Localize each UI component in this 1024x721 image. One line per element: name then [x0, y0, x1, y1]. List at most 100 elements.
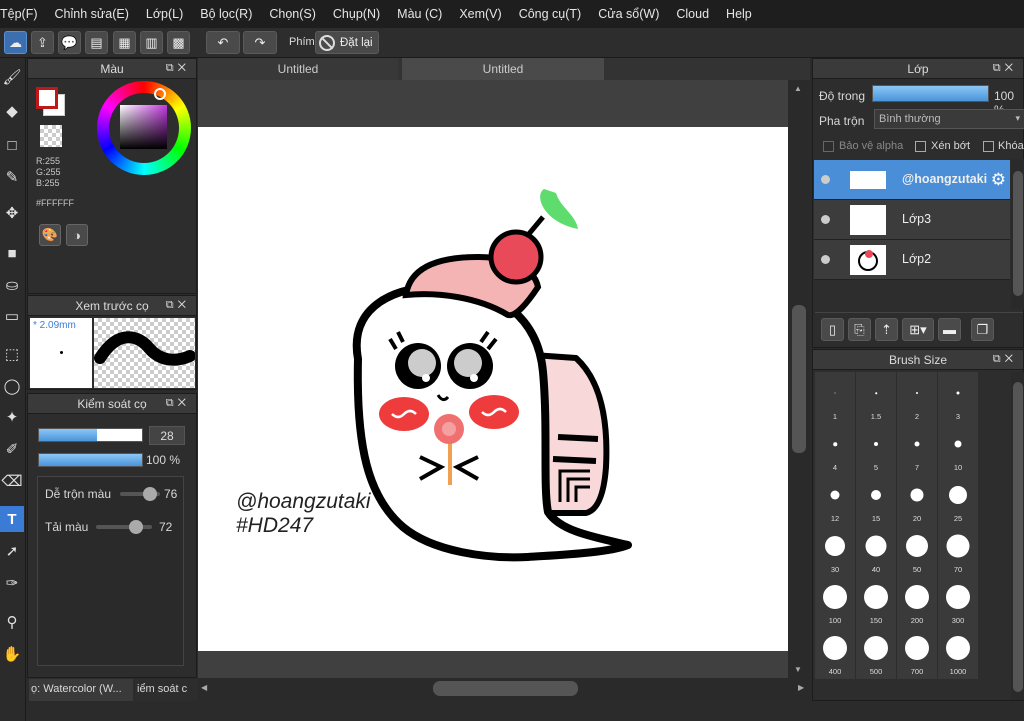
brush-size-cell[interactable]: 7 — [897, 423, 937, 475]
menu-item[interactable]: Màu (C) — [397, 7, 442, 21]
brush-size-cell[interactable]: 150 — [856, 576, 896, 628]
brush-size-cell[interactable]: 70 — [938, 525, 978, 577]
add-layer-menu-icon[interactable]: ⊞▾ — [902, 318, 934, 341]
select-rect-tool-icon[interactable]: ⬚ — [0, 341, 24, 367]
brush-size-cell[interactable]: 1.5 — [856, 372, 896, 424]
protect-alpha-checkbox[interactable] — [823, 141, 834, 152]
reset-button[interactable]: Đặt lại — [315, 31, 379, 54]
lasso-tool-icon[interactable]: ◯ — [0, 373, 24, 399]
layer-opacity-slider[interactable] — [872, 85, 989, 102]
lock-checkbox[interactable] — [983, 141, 994, 152]
drawing-canvas[interactable]: @hoangzutaki #HD247 — [198, 127, 788, 651]
brush-mode-icon[interactable]: ☁ — [4, 31, 27, 54]
tab-untitled-1[interactable]: Untitled — [198, 58, 398, 80]
menu-item[interactable]: Tệp(F) — [0, 7, 38, 21]
tab-brush-control[interactable]: iểm soát c — [135, 679, 197, 701]
panel-buttons-icon[interactable]: ⧉✕ — [993, 62, 1017, 75]
brush-size-scrollbar[interactable] — [1011, 372, 1024, 700]
brush-size-cell[interactable]: 2 — [897, 372, 937, 424]
menu-item[interactable]: Cloud — [676, 7, 709, 21]
brush-size-cell[interactable]: 20 — [897, 474, 937, 526]
fill-rect-tool-icon[interactable]: ■ — [0, 240, 24, 266]
gradient-tool-icon[interactable]: ▭ — [0, 303, 24, 329]
bucket-tool-icon[interactable]: ⛀ — [0, 272, 24, 298]
brush-size-value[interactable]: 28 — [149, 426, 185, 445]
layer-scrollbar[interactable] — [1011, 159, 1024, 309]
brush-size-cell[interactable]: 30 — [815, 525, 855, 577]
move-tool-icon[interactable]: ✥ — [0, 200, 24, 226]
brush-opacity-slider[interactable] — [38, 453, 143, 467]
tiles-icon[interactable]: ▩ — [167, 31, 190, 54]
color-set-icon[interactable]: ◑ — [66, 224, 88, 246]
tab-brush-name[interactable]: ọ: Watercolor (W... — [29, 679, 133, 701]
tab-untitled-2[interactable]: Untitled — [402, 58, 604, 80]
import-layer-icon[interactable]: ⇡ — [875, 318, 898, 341]
menu-item[interactable]: Công cụ(T) — [519, 7, 582, 21]
eyedropper-tool-icon[interactable]: ✑ — [0, 570, 24, 596]
brush-size-cell[interactable]: 25 — [938, 474, 978, 526]
brush-size-cell[interactable]: 1 — [815, 372, 855, 424]
eraser-tool-icon[interactable]: ◆ — [0, 98, 24, 124]
brush-size-cell[interactable]: 40 — [856, 525, 896, 577]
brush-size-cell[interactable]: 15 — [856, 474, 896, 526]
vertical-scroll-thumb[interactable] — [792, 305, 806, 453]
panel-buttons-icon[interactable]: ⧉✕ — [993, 353, 1017, 366]
duplicate-layer-icon[interactable]: ❐ — [971, 318, 994, 341]
menu-item[interactable]: Bộ lọc(R) — [200, 7, 252, 21]
brush-size-cell[interactable]: 3 — [938, 372, 978, 424]
brush-size-cell[interactable]: 700 — [897, 627, 937, 679]
hue-handle[interactable] — [154, 88, 166, 100]
folder-icon[interactable]: ▬ — [938, 318, 961, 341]
menu-item[interactable]: Chọn(S) — [269, 7, 316, 21]
grid-icon[interactable]: ▥ — [140, 31, 163, 54]
horizontal-scroll-thumb[interactable] — [433, 681, 578, 696]
paint-amount-slider[interactable] — [96, 520, 152, 534]
canvas-horizontal-scrollbar[interactable]: ◀ ▶ — [198, 678, 810, 700]
message-icon[interactable]: ▤ — [85, 31, 108, 54]
menu-item[interactable]: Xem(V) — [459, 7, 501, 21]
document-icon[interactable]: ▦ — [113, 31, 136, 54]
canvas-vertical-scrollbar[interactable]: ▲ ▼ — [788, 80, 810, 678]
menu-item[interactable]: Lớp(L) — [146, 7, 183, 21]
brush-size-cell[interactable]: 1000 — [938, 627, 978, 679]
brush-tool-icon[interactable]: 🖌 — [0, 64, 24, 90]
visibility-icon[interactable] — [821, 255, 830, 264]
palette-icon[interactable]: 🎨 — [39, 224, 61, 246]
undo-button[interactable]: ↶ — [206, 31, 240, 54]
blend-mode-select[interactable]: Bình thường ▾ — [874, 109, 1024, 129]
gear-icon[interactable]: ⚙ — [991, 170, 1006, 190]
menu-item[interactable]: Help — [726, 7, 752, 21]
layer-item-hoangzutaki[interactable]: @hoangzutaki ⚙ — [814, 160, 1010, 200]
layer-item-lop2[interactable]: Lớp2 — [814, 240, 1010, 280]
saturation-square[interactable] — [120, 105, 167, 149]
share-icon[interactable]: ⇪ — [31, 31, 54, 54]
visibility-icon[interactable] — [821, 175, 830, 184]
brush-size-cell[interactable]: 300 — [938, 576, 978, 628]
copy-layer-icon[interactable]: ⎘ — [848, 318, 871, 341]
menu-item[interactable]: Chỉnh sửa(E) — [55, 7, 129, 21]
magic-wand-tool-icon[interactable]: ✦ — [0, 404, 24, 430]
brush-size-cell[interactable]: 4 — [815, 423, 855, 475]
operation-tool-icon[interactable]: ➚ — [0, 538, 24, 564]
new-layer-icon[interactable]: ▯ — [821, 318, 844, 341]
text-tool-icon[interactable]: T — [0, 506, 24, 532]
transparent-color-swatch[interactable] — [40, 125, 62, 147]
brush-size-cell[interactable]: 400 — [815, 627, 855, 679]
brush-size-cell[interactable]: 500 — [856, 627, 896, 679]
panel-buttons-icon[interactable]: ⧉✕ — [166, 62, 190, 75]
blend-slider[interactable] — [120, 487, 160, 501]
foreground-color-swatch[interactable] — [36, 87, 58, 109]
pen-tool-icon[interactable]: ✎ — [0, 164, 24, 190]
menu-item[interactable]: Chụp(N) — [333, 7, 380, 21]
brush-size-cell[interactable]: 10 — [938, 423, 978, 475]
layer-item-lop3[interactable]: Lớp3 — [814, 200, 1010, 240]
panel-buttons-icon[interactable]: ⧉✕ — [166, 397, 190, 410]
select-eraser-tool-icon[interactable]: ⌫ — [0, 468, 24, 494]
menu-item[interactable]: Cửa sổ(W) — [598, 7, 659, 21]
dropper-tool-icon[interactable]: ⚲ — [0, 609, 24, 635]
brush-size-cell[interactable]: 100 — [815, 576, 855, 628]
clipping-checkbox[interactable] — [915, 141, 926, 152]
brush-size-cell[interactable]: 200 — [897, 576, 937, 628]
visibility-icon[interactable] — [821, 215, 830, 224]
panel-buttons-icon[interactable]: ⧉✕ — [166, 299, 190, 312]
